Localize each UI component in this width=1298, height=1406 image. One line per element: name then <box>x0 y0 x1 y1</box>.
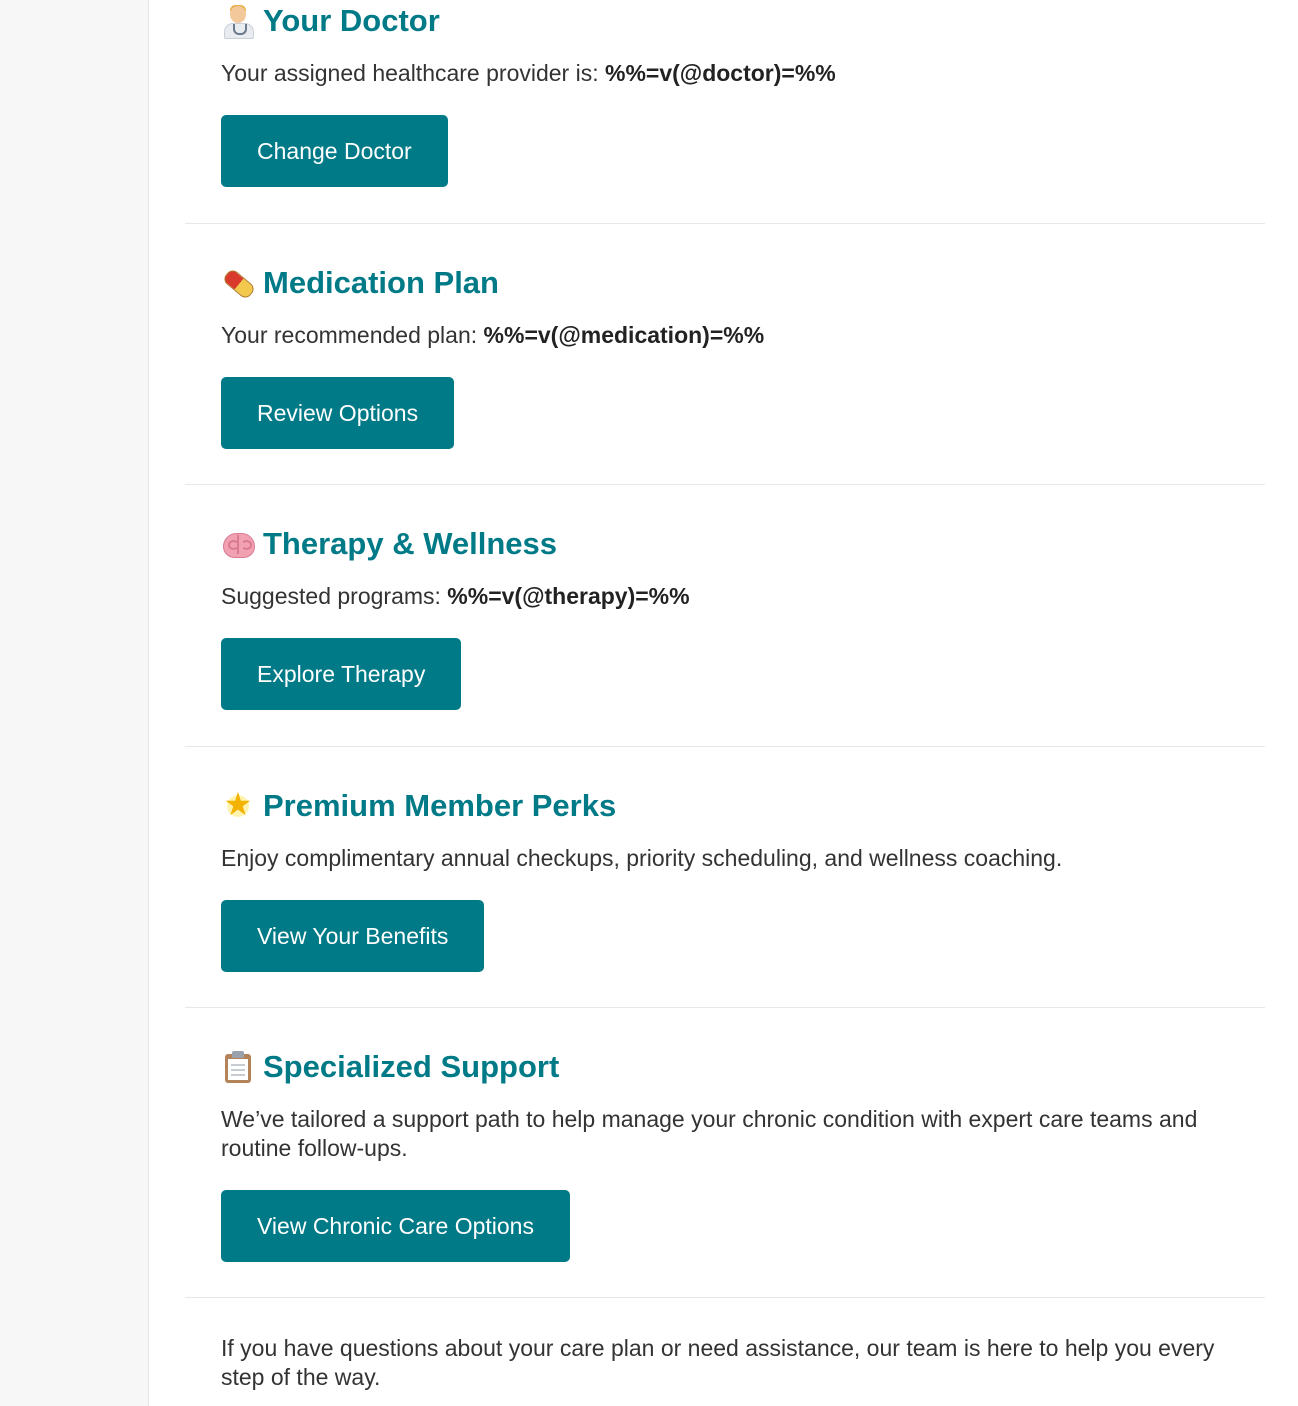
section-medication-plan: Medication Plan Your recommended plan: %… <box>185 224 1265 485</box>
section-therapy-wellness: Therapy & Wellness Suggested programs: %… <box>185 485 1265 747</box>
email-content: Your Doctor Your assigned healthcare pro… <box>185 0 1265 1298</box>
section-title-text: Specialized Support <box>263 1049 560 1084</box>
section-description: Your recommended plan: %%=v(@medication)… <box>221 322 765 348</box>
footer-help-text: If you have questions about your care pl… <box>221 1335 1215 1390</box>
section-description: Your assigned healthcare provider is: %%… <box>221 60 836 86</box>
medication-variable: %%=v(@medication)=%% <box>483 322 765 348</box>
section-title-text: Medication Plan <box>263 265 499 300</box>
section-description: Suggested programs: %%=v(@therapy)=%% <box>221 583 690 609</box>
section-title: Medication Plan <box>221 263 1265 303</box>
section-title: Therapy & Wellness <box>221 524 1265 564</box>
section-your-doctor: Your Doctor Your assigned healthcare pro… <box>185 0 1265 224</box>
change-doctor-button[interactable]: Change Doctor <box>221 115 448 187</box>
section-title: Your Doctor <box>221 1 1265 41</box>
section-description: Enjoy complimentary annual checkups, pri… <box>221 845 1063 871</box>
section-title-text: Your Doctor <box>263 3 440 38</box>
therapy-variable: %%=v(@therapy)=%% <box>447 583 690 609</box>
section-specialized-support: Specialized Support We’ve tailored a sup… <box>185 1008 1265 1298</box>
left-sidebar <box>0 0 149 1406</box>
section-title-text: Premium Member Perks <box>263 788 617 823</box>
section-title-text: Therapy & Wellness <box>263 526 558 561</box>
brain-icon <box>221 527 255 561</box>
review-options-button[interactable]: Review Options <box>221 377 455 449</box>
pill-icon <box>221 266 257 301</box>
clipboard-icon <box>221 1050 255 1084</box>
view-chronic-care-button[interactable]: View Chronic Care Options <box>221 1190 570 1262</box>
star-icon: ★ <box>223 785 253 823</box>
view-benefits-button[interactable]: View Your Benefits <box>221 900 485 972</box>
section-title: Specialized Support <box>221 1047 1265 1087</box>
doctor-variable: %%=v(@doctor)=%% <box>605 60 836 86</box>
explore-therapy-button[interactable]: Explore Therapy <box>221 638 462 710</box>
section-title: ★ Premium Member Perks <box>221 786 1265 826</box>
doctor-icon <box>221 4 255 39</box>
section-premium-perks: ★ Premium Member Perks Enjoy complimenta… <box>185 747 1265 1008</box>
section-description: We’ve tailored a support path to help ma… <box>221 1106 1198 1161</box>
